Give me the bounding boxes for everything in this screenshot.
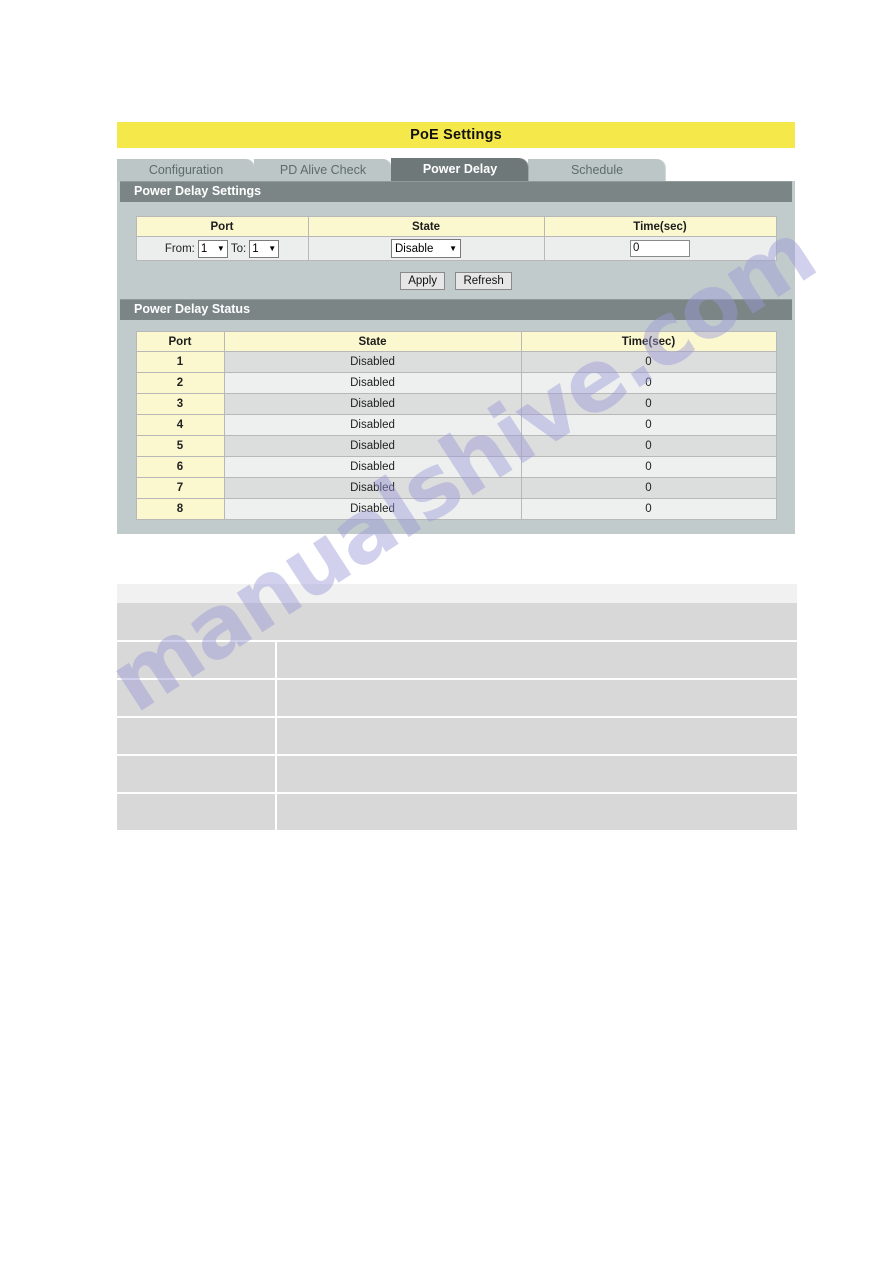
status-time-cell: 0 <box>520 393 777 415</box>
tab-pd-alive-check[interactable]: PD Alive Check <box>254 159 392 181</box>
lower-grid-cell <box>117 755 277 794</box>
lower-grid-row <box>117 679 797 718</box>
status-port-cell: 8 <box>135 498 225 520</box>
status-state-cell: Disabled <box>223 351 522 373</box>
status-port-cell: 1 <box>135 351 225 373</box>
status-state-cell: Disabled <box>223 456 522 478</box>
port-from-value: 1 <box>200 242 208 255</box>
state-cell: Disable ▼ <box>307 236 545 261</box>
table-row: 4 Disabled 0 <box>135 414 777 436</box>
panel-body: Power Delay Settings Port State Time(sec… <box>117 181 795 534</box>
lower-grid-cell <box>276 584 797 603</box>
section-header-status: Power Delay Status <box>120 299 792 320</box>
status-state-cell: Disabled <box>223 477 522 499</box>
page-title: PoE Settings <box>117 122 795 148</box>
status-time-cell: 0 <box>520 372 777 394</box>
lower-grid-cell <box>276 755 797 794</box>
port-from-label: From: <box>164 242 195 255</box>
status-state-cell: Disabled <box>223 393 522 415</box>
power-delay-settings-table: Port State Time(sec) From: 1 ▼ To: 1 ▼ D… <box>135 216 777 261</box>
status-time-cell: 0 <box>520 351 777 373</box>
lower-grid-head-row <box>117 584 797 603</box>
settings-input-row: From: 1 ▼ To: 1 ▼ Disable ▼ 0 <box>135 236 777 261</box>
status-header-port: Port <box>135 331 225 352</box>
table-row: 1 Disabled 0 <box>135 351 777 373</box>
status-time-cell: 0 <box>520 435 777 457</box>
port-to-value: 1 <box>252 242 259 255</box>
tab-strip: Configuration PD Alive Check Power Delay… <box>117 157 795 181</box>
status-time-cell: 0 <box>520 456 777 478</box>
lower-grid-cell <box>276 679 797 718</box>
status-header-time: Time(sec) <box>520 331 777 352</box>
port-range-group: From: 1 ▼ To: 1 ▼ <box>137 239 308 258</box>
table-row: 6 Disabled 0 <box>135 456 777 478</box>
settings-header-time: Time(sec) <box>543 216 777 237</box>
lower-grid-cell <box>117 603 797 642</box>
state-select[interactable]: Disable ▼ <box>391 239 461 258</box>
time-input[interactable]: 0 <box>630 240 690 257</box>
tab-configuration[interactable]: Configuration <box>117 159 255 181</box>
lower-grid-cell <box>117 793 277 830</box>
status-state-cell: Disabled <box>223 435 522 457</box>
lower-grid-cell <box>117 641 277 680</box>
lower-grid-cell <box>276 717 797 756</box>
table-row: 5 Disabled 0 <box>135 435 777 457</box>
lower-grid-cell <box>117 679 277 718</box>
port-range-cell: From: 1 ▼ To: 1 ▼ <box>135 236 309 261</box>
status-table-body: 1 Disabled 0 2 Disabled 0 3 Disabled 0 4 Disabled 0… <box>135 351 777 520</box>
refresh-button[interactable]: Refresh <box>455 272 512 290</box>
status-port-cell: 4 <box>135 414 225 436</box>
port-to-select[interactable]: 1 ▼ <box>249 239 280 258</box>
status-port-cell: 3 <box>135 393 225 415</box>
port-from-select[interactable]: 1 ▼ <box>197 239 228 258</box>
settings-button-row: Apply Refresh <box>117 271 795 290</box>
status-time-cell: 0 <box>520 498 777 520</box>
lower-grid-cell <box>117 584 276 603</box>
settings-header-state: State <box>307 216 545 237</box>
status-state-cell: Disabled <box>223 414 522 436</box>
tab-power-delay-label: Power Delay <box>422 162 498 176</box>
tab-configuration-label: Configuration <box>148 163 224 177</box>
tab-schedule[interactable]: Schedule <box>528 159 666 181</box>
settings-header-row: Port State Time(sec) <box>135 216 777 237</box>
settings-header-port: Port <box>135 216 309 237</box>
status-port-cell: 7 <box>135 477 225 499</box>
status-state-cell: Disabled <box>223 372 522 394</box>
poe-settings-page: PoE Settings Configuration PD Alive Chec… <box>117 122 795 534</box>
tab-schedule-label: Schedule <box>570 163 624 177</box>
status-port-cell: 2 <box>135 372 225 394</box>
status-time-cell: 0 <box>520 477 777 499</box>
tab-power-delay[interactable]: Power Delay <box>391 158 529 181</box>
status-time-cell: 0 <box>520 414 777 436</box>
port-to-label: To: <box>230 242 247 255</box>
table-row: 2 Disabled 0 <box>135 372 777 394</box>
chevron-down-icon: ▼ <box>449 243 457 253</box>
tab-pd-alive-check-label: PD Alive Check <box>279 163 367 177</box>
time-cell: 0 <box>543 236 777 261</box>
table-row: 3 Disabled 0 <box>135 393 777 415</box>
power-delay-status-table: Port State Time(sec) 1 Disabled 0 2 Disabled… <box>135 331 777 520</box>
status-header-state: State <box>223 331 522 352</box>
lower-grid-row <box>117 641 797 680</box>
apply-button[interactable]: Apply <box>400 272 446 290</box>
lower-blank-grid <box>117 584 797 830</box>
lower-grid-cell <box>276 641 797 680</box>
status-port-cell: 6 <box>135 456 225 478</box>
lower-grid-row <box>117 793 797 830</box>
section-header-settings: Power Delay Settings <box>120 181 792 202</box>
lower-grid-band-row <box>117 603 797 642</box>
status-state-cell: Disabled <box>223 498 522 520</box>
lower-grid-cell <box>276 793 797 830</box>
table-row: 8 Disabled 0 <box>135 498 777 520</box>
table-row: 7 Disabled 0 <box>135 477 777 499</box>
chevron-down-icon: ▼ <box>268 243 277 253</box>
lower-grid-cell <box>117 717 277 756</box>
state-value: Disable <box>395 242 434 255</box>
chevron-down-icon: ▼ <box>216 243 225 253</box>
lower-grid-row <box>117 717 797 756</box>
lower-grid-row <box>117 755 797 794</box>
status-header-row: Port State Time(sec) <box>135 331 777 352</box>
status-port-cell: 5 <box>135 435 225 457</box>
